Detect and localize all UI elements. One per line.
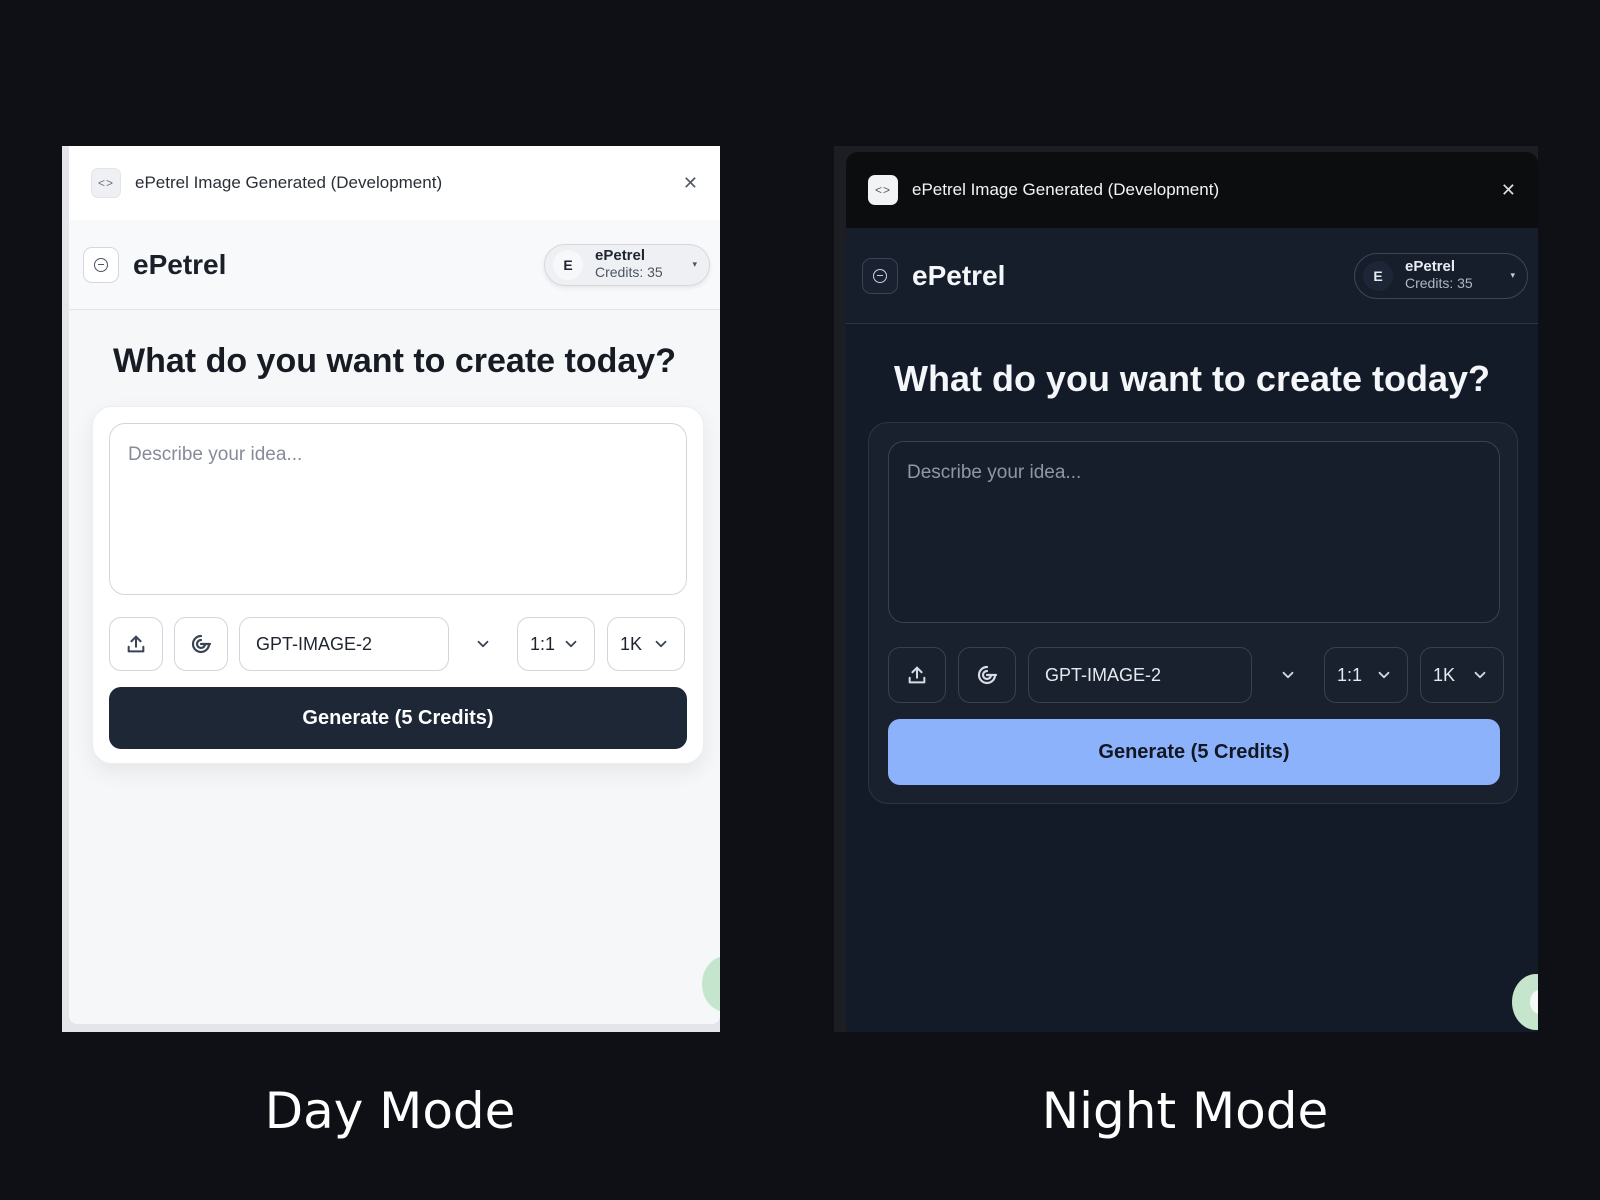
minimize-button[interactable] <box>862 257 898 294</box>
credits-count: Credits: 35 <box>595 264 663 281</box>
upload-button[interactable] <box>109 617 163 671</box>
night-mode-panel: <> ePetrel Image Generated (Development)… <box>834 146 1538 1032</box>
minus-circle-icon <box>873 268 887 283</box>
avatar: E <box>1363 260 1393 291</box>
chevron-down-icon <box>1474 671 1486 679</box>
model-select[interactable]: GPT-IMAGE-2 <box>1028 647 1252 703</box>
upload-button[interactable] <box>888 647 946 703</box>
brand-name: ePetrel <box>912 259 1006 291</box>
resolution-value: 1K <box>1433 664 1456 685</box>
window-titlebar: <> ePetrel Image Generated (Development)… <box>69 146 720 220</box>
swirl-icon <box>191 634 212 654</box>
chevron-down-icon <box>655 640 667 648</box>
upload-icon <box>908 666 926 684</box>
generate-button[interactable]: Generate (5 Credits) <box>109 687 687 749</box>
account-menu[interactable]: E ePetrel Credits: 35 ▾ <box>1354 252 1528 299</box>
floating-chat-button[interactable] <box>702 956 720 1012</box>
brand-name: ePetrel <box>133 248 227 280</box>
code-icon[interactable]: <> <box>868 175 898 205</box>
day-mode-panel: <> ePetrel Image Generated (Development)… <box>62 146 720 1032</box>
account-menu[interactable]: E ePetrel Credits: 35 ▾ <box>544 243 710 286</box>
upload-icon <box>127 635 145 653</box>
window-title: ePetrel Image Generated (Development) <box>912 180 1220 199</box>
generator-controls: GPT-IMAGE-2 1:1 1K <box>888 647 1504 703</box>
close-icon[interactable]: ✕ <box>1501 180 1516 201</box>
day-mode-caption: Day Mode <box>264 1082 516 1140</box>
night-mode-caption: Night Mode <box>1041 1082 1329 1140</box>
prompt-input[interactable] <box>109 423 687 595</box>
floating-chat-button[interactable] <box>1512 974 1538 1030</box>
aspect-value: 1:1 <box>1337 664 1363 685</box>
chevron-down-icon <box>565 640 577 648</box>
model-select[interactable]: GPT-IMAGE-2 <box>239 617 449 671</box>
code-icon[interactable]: <> <box>91 168 121 198</box>
account-info: ePetrel Credits: 35 <box>595 247 692 281</box>
account-name: ePetrel <box>1405 258 1456 276</box>
app-window: <> ePetrel Image Generated (Development)… <box>846 152 1538 1032</box>
chevron-down-icon <box>477 640 489 648</box>
model-value: GPT-IMAGE-2 <box>1045 664 1162 685</box>
generator-card: GPT-IMAGE-2 1:1 1K Generate (5 Credits) <box>92 406 704 764</box>
page-headline: What do you want to create today? <box>893 358 1491 399</box>
style-button[interactable] <box>174 617 228 671</box>
resolution-select[interactable]: 1K <box>607 617 685 671</box>
aspect-ratio-select[interactable]: 1:1 <box>1324 647 1408 703</box>
minus-circle-icon <box>94 257 108 272</box>
aspect-ratio-select[interactable]: 1:1 <box>517 617 595 671</box>
model-dropdown-toggle[interactable] <box>1252 666 1324 684</box>
app-window: <> ePetrel Image Generated (Development)… <box>69 146 720 1024</box>
caret-down-icon: ▾ <box>692 259 697 269</box>
window-title: ePetrel Image Generated (Development) <box>135 173 443 192</box>
caret-down-icon: ▾ <box>1510 270 1515 280</box>
account-name: ePetrel <box>595 247 646 265</box>
model-dropdown-toggle[interactable] <box>449 635 517 653</box>
app-header: ePetrel E ePetrel Credits: 35 ▾ <box>69 220 720 310</box>
avatar: E <box>553 249 583 280</box>
credits-count: Credits: 35 <box>1405 275 1473 292</box>
swirl-icon <box>977 665 998 685</box>
aspect-value: 1:1 <box>530 633 556 654</box>
chevron-down-icon <box>1378 671 1390 679</box>
model-value: GPT-IMAGE-2 <box>256 633 373 654</box>
resolution-select[interactable]: 1K <box>1420 647 1504 703</box>
chevron-down-icon <box>1282 671 1294 679</box>
app-header: ePetrel E ePetrel Credits: 35 ▾ <box>846 228 1538 324</box>
page-headline: What do you want to create today? <box>113 342 676 380</box>
style-button[interactable] <box>958 647 1016 703</box>
resolution-value: 1K <box>620 633 643 654</box>
generator-card: GPT-IMAGE-2 1:1 1K Generate (5 Credits) <box>868 422 1518 804</box>
account-info: ePetrel Credits: 35 <box>1405 258 1510 292</box>
close-icon[interactable]: ✕ <box>683 173 698 194</box>
generate-button[interactable]: Generate (5 Credits) <box>888 719 1500 785</box>
generator-controls: GPT-IMAGE-2 1:1 1K <box>109 617 685 671</box>
minimize-button[interactable] <box>83 246 119 283</box>
window-titlebar: <> ePetrel Image Generated (Development)… <box>846 152 1538 228</box>
prompt-input[interactable] <box>888 441 1500 623</box>
